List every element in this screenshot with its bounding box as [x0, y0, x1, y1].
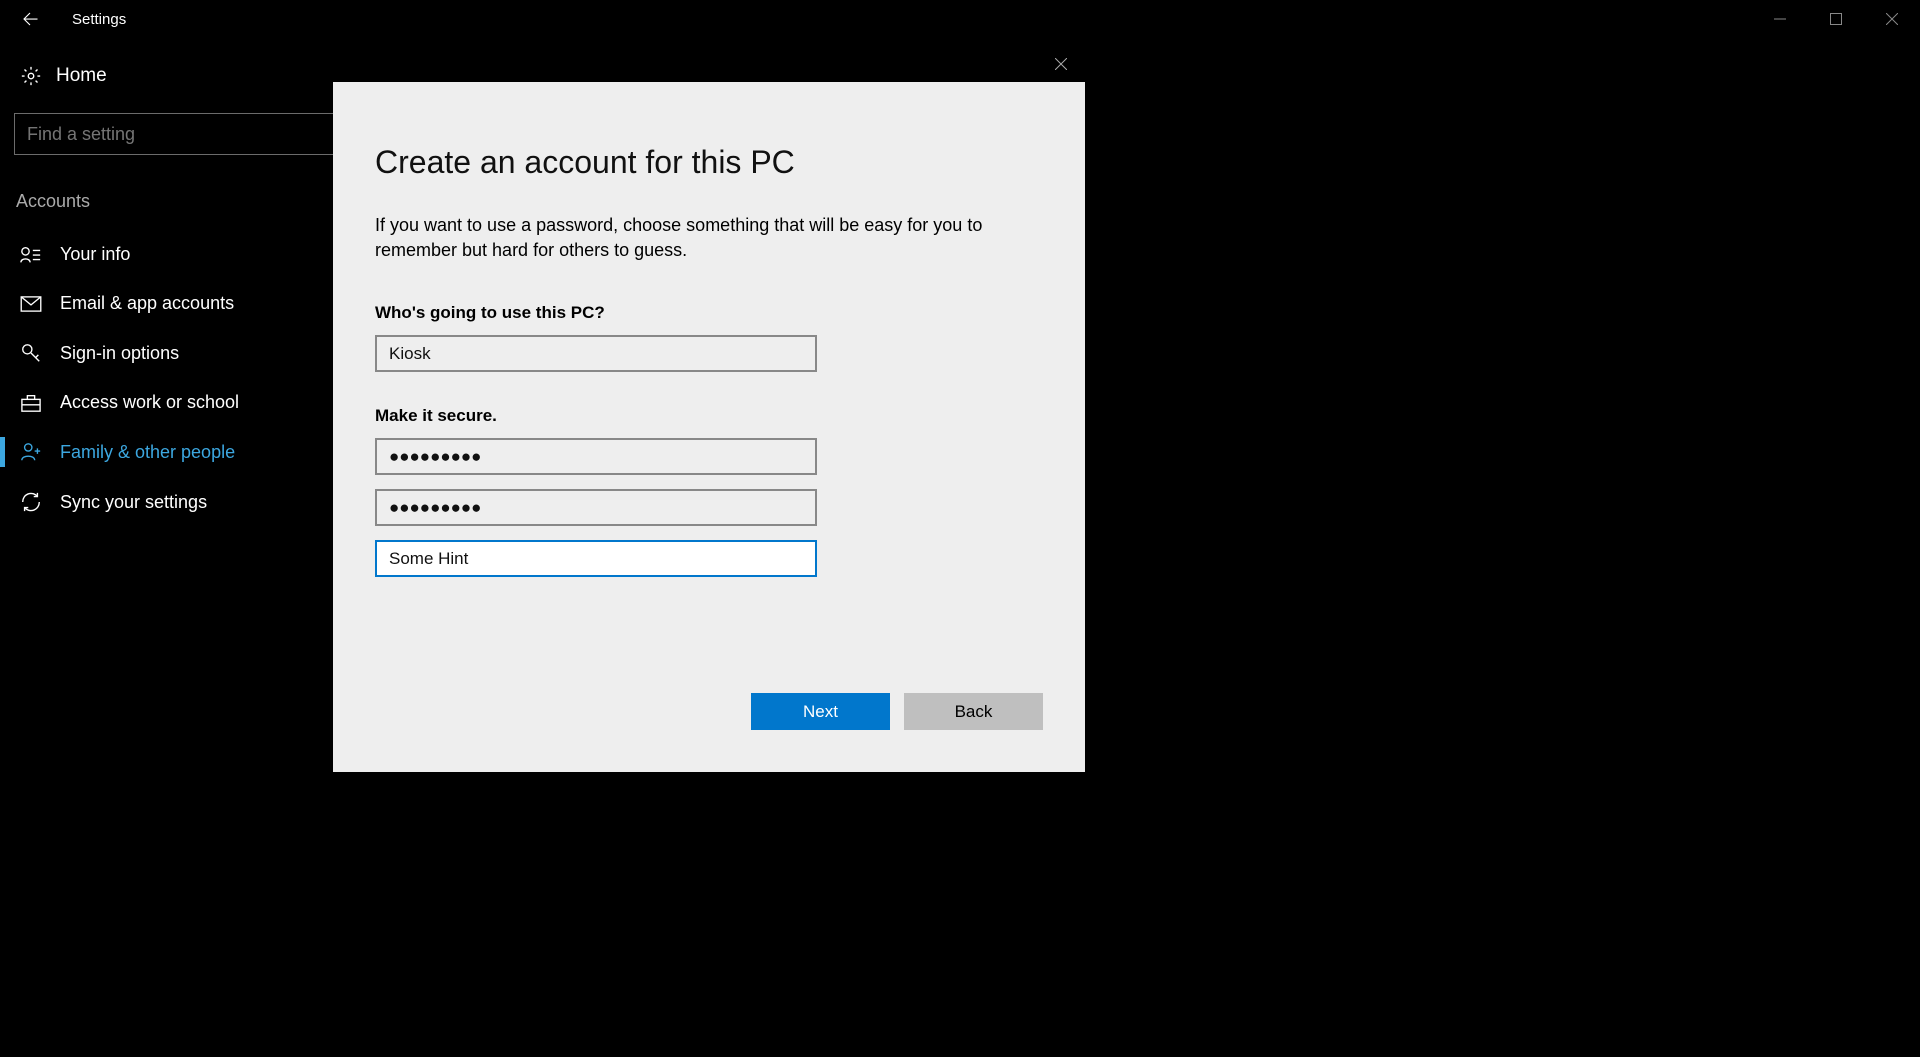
minimize-button[interactable] [1752, 0, 1808, 38]
password-input[interactable] [375, 438, 817, 475]
dialog-title: Create an account for this PC [375, 144, 1043, 181]
maximize-icon [1830, 13, 1842, 25]
home-label: Home [56, 65, 107, 87]
password-hint-input[interactable] [375, 540, 817, 577]
sidebar-item-label: Family & other people [60, 442, 235, 463]
close-icon [1055, 58, 1067, 70]
minimize-icon [1774, 13, 1786, 25]
sync-icon [20, 491, 60, 513]
dialog-body: Create an account for this PC If you wan… [333, 82, 1085, 693]
sidebar-item-label: Sync your settings [60, 492, 207, 513]
back-icon [21, 10, 39, 28]
password-confirm-input[interactable] [375, 489, 817, 526]
dialog-footer: Next Back [333, 693, 1085, 772]
close-button[interactable] [1864, 0, 1920, 38]
window-controls [1752, 0, 1920, 38]
sidebar-item-signin[interactable]: Sign-in options [14, 328, 360, 378]
maximize-button[interactable] [1808, 0, 1864, 38]
next-button[interactable]: Next [751, 693, 890, 730]
dialog-description: If you want to use a password, choose so… [375, 213, 1035, 263]
close-icon [1886, 13, 1898, 25]
sidebar-item-label: Your info [60, 244, 130, 265]
home-button[interactable]: Home [14, 55, 360, 97]
sidebar-item-label: Email & app accounts [60, 293, 234, 314]
sidebar-section-header: Accounts [14, 191, 360, 212]
sidebar-item-sync[interactable]: Sync your settings [14, 477, 360, 527]
username-input[interactable] [375, 335, 817, 372]
secure-section-label: Make it secure. [375, 406, 1043, 426]
back-button[interactable] [18, 7, 42, 31]
sidebar-item-email[interactable]: Email & app accounts [14, 279, 360, 328]
sidebar: Home Accounts Your info Email & app acco… [0, 55, 360, 527]
create-account-dialog: Create an account for this PC If you wan… [333, 45, 1085, 772]
people-icon [20, 441, 60, 463]
sidebar-item-your-info[interactable]: Your info [14, 230, 360, 279]
mail-icon [20, 296, 60, 312]
briefcase-icon [20, 393, 60, 413]
gear-icon [20, 65, 56, 87]
sidebar-item-label: Sign-in options [60, 343, 179, 364]
sidebar-item-work-school[interactable]: Access work or school [14, 378, 360, 427]
titlebar: Settings [0, 0, 1920, 38]
window-title: Settings [72, 11, 126, 28]
key-icon [20, 342, 60, 364]
dialog-header [333, 45, 1085, 82]
person-icon [20, 245, 60, 265]
sidebar-item-label: Access work or school [60, 392, 239, 413]
sidebar-item-family[interactable]: Family & other people [14, 427, 360, 477]
dialog-close-button[interactable] [1037, 45, 1085, 82]
username-section-label: Who's going to use this PC? [375, 303, 1043, 323]
search-input[interactable] [14, 113, 349, 155]
back-button[interactable]: Back [904, 693, 1043, 730]
